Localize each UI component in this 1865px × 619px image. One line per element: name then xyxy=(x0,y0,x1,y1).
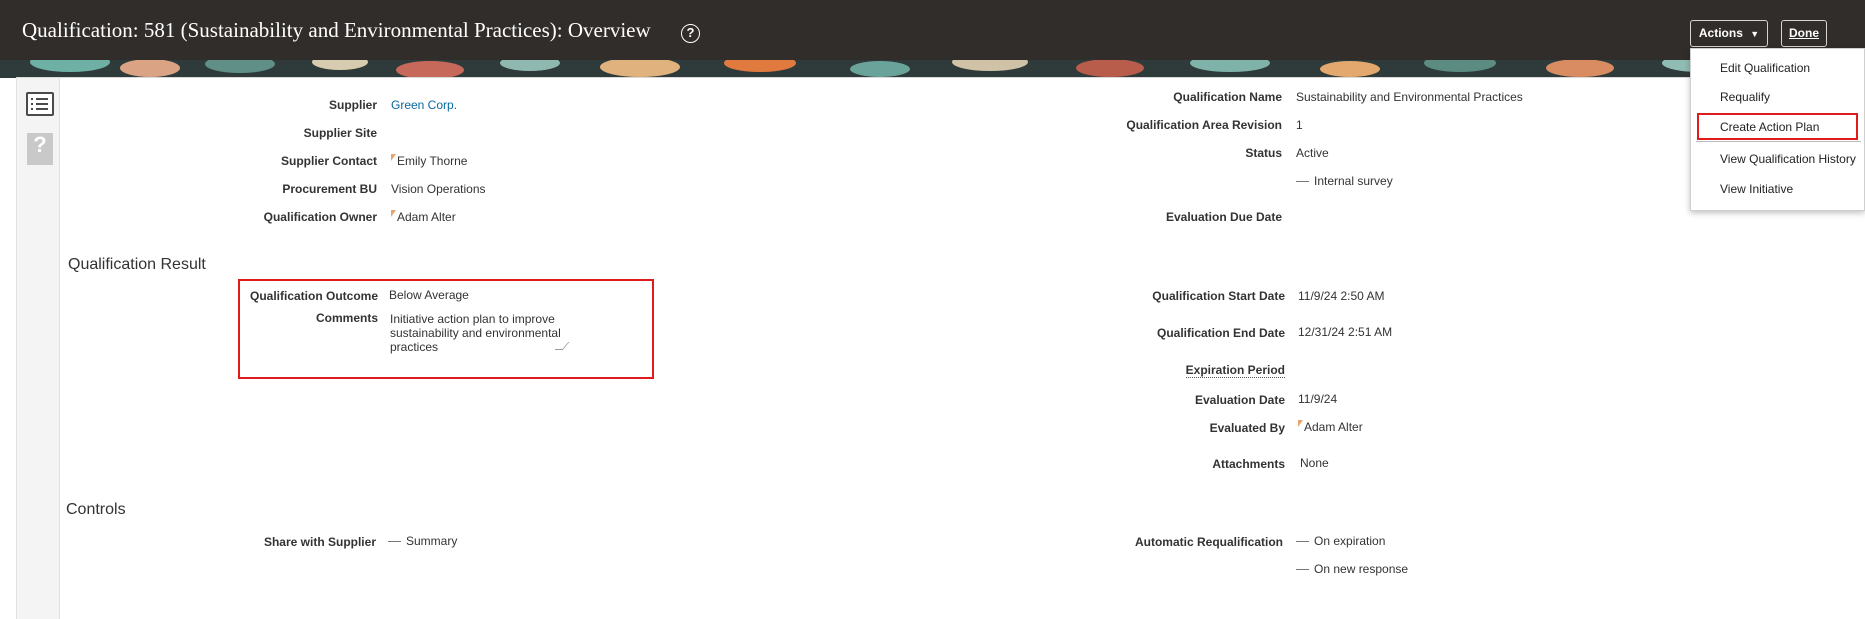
share-with-supplier-value: Summary xyxy=(388,534,457,548)
share-with-supplier-text: Summary xyxy=(406,534,458,548)
procurement-bu-value: Vision Operations xyxy=(391,182,486,196)
page-title: Qualification: 581 (Sustainability and E… xyxy=(22,18,651,42)
attachments-label: Attachments xyxy=(1212,457,1285,471)
dash-icon xyxy=(1296,541,1309,543)
area-revision-value: 1 xyxy=(1296,118,1303,132)
qualification-outcome-value: Below Average xyxy=(389,288,469,302)
evaluated-by-value: Adam Alter xyxy=(1298,420,1363,434)
status-value: Active xyxy=(1296,146,1329,160)
qualification-name-value: Sustainability and Environmental Practic… xyxy=(1296,90,1523,104)
area-revision-label: Qualification Area Revision xyxy=(1126,118,1282,132)
menu-item-create-action-plan[interactable]: Create Action Plan xyxy=(1720,120,1819,134)
supplier-site-label: Supplier Site xyxy=(303,126,377,140)
evaluated-by-name: Adam Alter xyxy=(1304,420,1363,434)
qualification-outcome-label: Qualification Outcome xyxy=(249,289,378,303)
person-marker-icon xyxy=(1298,420,1303,427)
decorative-banner xyxy=(0,60,1865,78)
actions-button[interactable]: Actions ▼ xyxy=(1690,20,1768,47)
dash-icon xyxy=(388,541,401,543)
actions-button-label: Actions xyxy=(1698,26,1743,40)
comments-textarea[interactable]: Initiative action plan to improve sustai… xyxy=(390,312,566,354)
procurement-bu-label: Procurement BU xyxy=(282,182,377,196)
help-circle-icon[interactable]: ? xyxy=(681,24,700,43)
dash-icon xyxy=(1296,181,1309,183)
evaluation-date-label: Evaluation Date xyxy=(1194,393,1285,407)
supplier-label: Supplier xyxy=(328,98,377,112)
start-date-value: 11/9/24 2:50 AM xyxy=(1298,289,1385,303)
requalification-on-expiration-text: On expiration xyxy=(1314,534,1386,548)
supplier-contact-value: Emily Thorne xyxy=(391,154,467,168)
help-list-icon[interactable]: ? xyxy=(27,133,53,165)
person-marker-icon xyxy=(391,210,396,217)
qualification-name-label: Qualification Name xyxy=(1173,90,1282,104)
list-view-icon[interactable] xyxy=(26,92,54,116)
evaluation-date-value: 11/9/24 xyxy=(1298,392,1338,406)
qualification-owner-label: Qualification Owner xyxy=(263,210,377,224)
person-marker-icon xyxy=(391,154,396,161)
share-with-supplier-label: Share with Supplier xyxy=(263,535,376,549)
menu-item-view-initiative[interactable]: View Initiative xyxy=(1720,182,1793,196)
page-header: Qualification: 581 (Sustainability and E… xyxy=(0,0,1865,62)
internal-survey-value: Internal survey xyxy=(1296,174,1393,188)
done-button[interactable]: Done xyxy=(1781,20,1827,47)
supplier-contact-label: Supplier Contact xyxy=(280,154,377,168)
menu-item-requalify[interactable]: Requalify xyxy=(1720,90,1770,104)
actions-menu: Edit Qualification Requalify Create Acti… xyxy=(1690,48,1865,211)
expiration-period-label[interactable]: Expiration Period xyxy=(1185,363,1285,378)
start-date-label: Qualification Start Date xyxy=(1152,289,1285,303)
automatic-requalification-label: Automatic Requalification xyxy=(1134,535,1283,549)
menu-item-view-qualification-history[interactable]: View Qualification History xyxy=(1720,152,1856,166)
evaluation-due-date-label: Evaluation Due Date xyxy=(1165,210,1282,224)
menu-separator xyxy=(1696,141,1861,142)
end-date-label: Qualification End Date xyxy=(1156,326,1285,340)
controls-heading: Controls xyxy=(66,501,126,518)
qualification-owner-value: Adam Alter xyxy=(391,210,456,224)
attachments-value: None xyxy=(1300,456,1329,470)
supplier-contact-name: Emily Thorne xyxy=(397,154,468,168)
requalification-on-new-response-text: On new response xyxy=(1314,562,1409,576)
dash-icon xyxy=(1296,569,1309,571)
internal-survey-text: Internal survey xyxy=(1314,174,1393,188)
caret-down-icon: ▼ xyxy=(1750,29,1760,39)
status-label: Status xyxy=(1245,146,1282,160)
content-divider xyxy=(16,77,1865,78)
menu-item-edit-qualification[interactable]: Edit Qualification xyxy=(1720,61,1810,75)
supplier-link[interactable]: Green Corp. xyxy=(391,98,457,112)
evaluated-by-label: Evaluated By xyxy=(1209,421,1285,435)
end-date-value: 12/31/24 2:51 AM xyxy=(1298,325,1393,339)
qualification-result-heading: Qualification Result xyxy=(68,256,206,273)
comments-label: Comments xyxy=(315,311,378,325)
qualification-owner-name: Adam Alter xyxy=(397,210,456,224)
requalification-on-expiration: On expiration xyxy=(1296,534,1385,548)
requalification-on-new-response: On new response xyxy=(1296,562,1408,576)
